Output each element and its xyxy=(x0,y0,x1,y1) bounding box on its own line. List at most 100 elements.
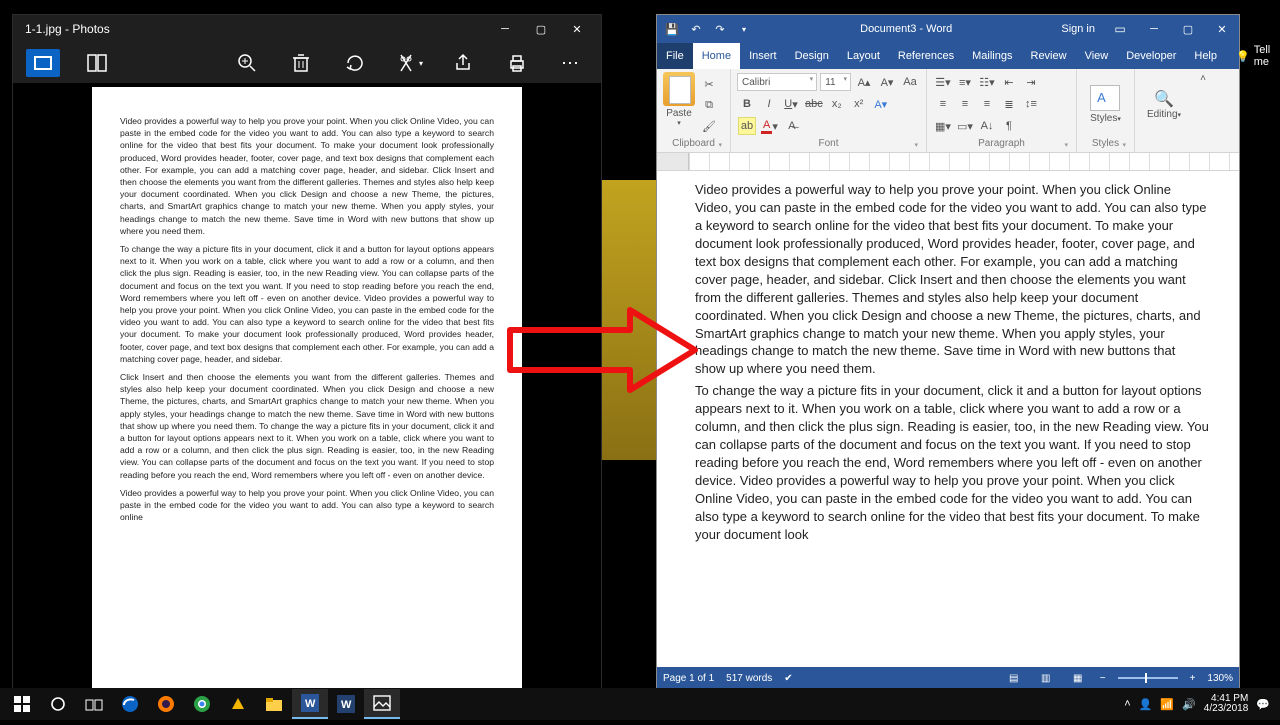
superscript-button[interactable]: x² xyxy=(850,95,868,113)
font-size-select[interactable]: 11 xyxy=(820,73,851,91)
copy-icon[interactable]: ⧉ xyxy=(700,96,718,114)
save-icon[interactable]: 💾 xyxy=(663,23,681,36)
share-icon[interactable] xyxy=(443,43,483,83)
qat-customize-icon[interactable]: ▾ xyxy=(735,25,753,34)
highlight-icon[interactable]: ab xyxy=(738,117,756,135)
tab-view[interactable]: View xyxy=(1076,43,1118,69)
word-title-bar[interactable]: 💾 ↶ ↷ ▾ Document3 - Word Sign in ▭ ─ ▢ ✕ xyxy=(657,15,1239,43)
tab-layout[interactable]: Layout xyxy=(838,43,889,69)
tab-file[interactable]: File xyxy=(657,43,693,69)
task-view-icon[interactable] xyxy=(76,689,112,719)
paste-button[interactable]: Paste ▾ xyxy=(663,72,695,136)
grow-font-icon[interactable]: A▴ xyxy=(855,73,873,91)
crop-icon[interactable]: ▾ xyxy=(389,43,429,83)
maximize-button[interactable]: ▢ xyxy=(523,15,559,43)
redo-icon[interactable]: ↷ xyxy=(711,23,729,36)
align-center-icon[interactable]: ≡ xyxy=(956,95,974,113)
cortana-icon[interactable] xyxy=(40,689,76,719)
font-color-icon[interactable]: A▾ xyxy=(760,117,779,135)
compare-icon[interactable] xyxy=(77,43,117,83)
ribbon-options-icon[interactable]: ▭ xyxy=(1103,16,1137,42)
word-taskbar-icon-2[interactable]: W xyxy=(328,689,364,719)
close-button[interactable]: ✕ xyxy=(559,15,595,43)
undo-icon[interactable]: ↶ xyxy=(687,23,705,36)
tab-review[interactable]: Review xyxy=(1022,43,1076,69)
maximize-button[interactable]: ▢ xyxy=(1171,16,1205,42)
subscript-button[interactable]: x₂ xyxy=(828,95,846,113)
chrome-icon[interactable] xyxy=(184,689,220,719)
photos-title-bar[interactable]: 1-1.jpg - Photos ─ ▢ ✕ xyxy=(13,15,601,43)
show-marks-icon[interactable]: ¶ xyxy=(1000,117,1018,135)
word-taskbar-icon[interactable]: W xyxy=(292,689,328,719)
tray-up-icon[interactable]: ˄ xyxy=(1124,698,1130,710)
explorer-icon[interactable] xyxy=(256,689,292,719)
shading-icon[interactable]: ▦▾ xyxy=(934,117,952,135)
multilevel-icon[interactable]: ☷▾ xyxy=(978,73,996,91)
more-icon[interactable]: ⋯ xyxy=(551,43,591,83)
zoom-out-icon[interactable]: − xyxy=(1100,673,1106,684)
delete-icon[interactable] xyxy=(281,43,321,83)
print-icon[interactable] xyxy=(497,43,537,83)
network-icon[interactable]: 📶 xyxy=(1160,698,1174,711)
firefox-icon[interactable] xyxy=(148,689,184,719)
tab-developer[interactable]: Developer xyxy=(1117,43,1185,69)
collection-button[interactable] xyxy=(23,43,63,83)
sort-icon[interactable]: A↓ xyxy=(978,117,996,135)
signin-button[interactable]: Sign in xyxy=(1053,23,1103,35)
minimize-button[interactable]: ─ xyxy=(487,15,523,43)
start-button[interactable] xyxy=(4,689,40,719)
numbering-icon[interactable]: ≡▾ xyxy=(956,73,974,91)
word-para[interactable]: To change the way a picture fits in your… xyxy=(695,382,1209,543)
line-spacing-icon[interactable]: ↕≡ xyxy=(1022,95,1040,113)
text-effects-icon[interactable]: A▾ xyxy=(872,95,890,113)
tab-insert[interactable]: Insert xyxy=(740,43,786,69)
minimize-button[interactable]: ─ xyxy=(1137,16,1171,42)
print-layout-icon[interactable]: ▥ xyxy=(1036,670,1056,686)
styles-button[interactable]: A Styles▾ xyxy=(1090,85,1121,124)
status-page[interactable]: Page 1 of 1 xyxy=(663,673,714,684)
decrease-indent-icon[interactable]: ⇤ xyxy=(1000,73,1018,91)
zoom-icon[interactable] xyxy=(227,43,267,83)
justify-icon[interactable]: ≣ xyxy=(1000,95,1018,113)
collapse-ribbon-icon[interactable]: ˄ xyxy=(1193,69,1213,152)
clock[interactable]: 4:41 PM 4/23/2018 xyxy=(1204,694,1249,715)
editing-button[interactable]: 🔍 Editing▾ xyxy=(1147,89,1181,120)
spellcheck-icon[interactable]: ✔ xyxy=(784,673,792,684)
borders-icon[interactable]: ▭▾ xyxy=(956,117,974,135)
photos-viewer[interactable]: Video provides a powerful way to help yo… xyxy=(13,83,601,725)
rotate-icon[interactable] xyxy=(335,43,375,83)
align-right-icon[interactable]: ≡ xyxy=(978,95,996,113)
word-document-area[interactable]: Video provides a powerful way to help yo… xyxy=(657,171,1239,667)
cut-icon[interactable]: ✂ xyxy=(700,75,718,93)
word-para[interactable]: Video provides a powerful way to help yo… xyxy=(695,181,1209,378)
ruler[interactable] xyxy=(657,153,1239,171)
app-icon[interactable] xyxy=(220,689,256,719)
bold-button[interactable]: B xyxy=(738,95,756,113)
volume-icon[interactable]: 🔊 xyxy=(1182,698,1196,711)
tab-references[interactable]: References xyxy=(889,43,963,69)
zoom-in-icon[interactable]: + xyxy=(1190,673,1196,684)
clear-format-icon[interactable]: A̶ xyxy=(783,117,801,135)
strike-button[interactable]: abc xyxy=(804,95,824,113)
tell-me[interactable]: 💡Tell me xyxy=(1228,43,1278,69)
change-case-icon[interactable]: Aa xyxy=(901,73,919,91)
notifications-icon[interactable]: 💬 xyxy=(1256,698,1270,711)
status-words[interactable]: 517 words xyxy=(726,673,772,684)
tab-help[interactable]: Help xyxy=(1185,43,1226,69)
zoom-slider[interactable] xyxy=(1118,677,1178,679)
people-icon[interactable]: 👤 xyxy=(1139,698,1153,711)
zoom-value[interactable]: 130% xyxy=(1207,673,1233,684)
photos-taskbar-icon[interactable] xyxy=(364,689,400,719)
tab-design[interactable]: Design xyxy=(786,43,838,69)
font-name-select[interactable]: Calibri xyxy=(737,73,817,91)
underline-button[interactable]: U▾ xyxy=(782,95,800,113)
edge-icon[interactable] xyxy=(112,689,148,719)
format-painter-icon[interactable]: 🖌 xyxy=(700,117,718,135)
increase-indent-icon[interactable]: ⇥ xyxy=(1022,73,1040,91)
word-page[interactable]: Video provides a powerful way to help yo… xyxy=(689,171,1239,667)
bullets-icon[interactable]: ☰▾ xyxy=(934,73,952,91)
shrink-font-icon[interactable]: A▾ xyxy=(878,73,896,91)
tab-mailings[interactable]: Mailings xyxy=(963,43,1021,69)
align-left-icon[interactable]: ≡ xyxy=(934,95,952,113)
tab-home[interactable]: Home xyxy=(693,43,740,69)
